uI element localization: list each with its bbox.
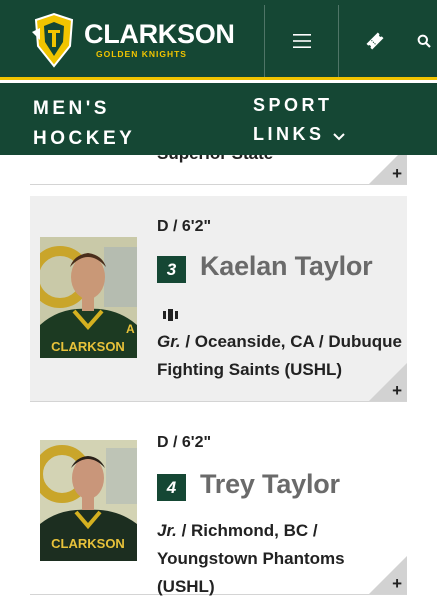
player-class: Gr. (157, 332, 181, 351)
sport-links-line2: LINKS (253, 124, 325, 144)
player-hometown-team: / Oceanside, CA / Dubuque Fighting Saint… (157, 332, 402, 379)
player-number: 3 (157, 256, 186, 283)
site-header: CLARKSON GOLDEN KNIGHTS (0, 0, 437, 80)
player-position: D / 6'2" (157, 218, 212, 235)
svg-text:A: A (126, 322, 135, 336)
expand-button[interactable]: + (369, 556, 407, 594)
player-hometown-team: / Richmond, BC / Youngstown Phantoms (US… (157, 521, 345, 596)
search-button[interactable] (410, 5, 437, 77)
sport-nav: MEN'S HOCKEY SPORT LINKS (0, 83, 437, 155)
player-name-link[interactable]: Trey Taylor (200, 469, 340, 500)
brand-subtitle: GOLDEN KNIGHTS (96, 49, 187, 59)
roster-card: CLARKSON D / 6'2" 4 Trey Taylor Jr. / Ri… (30, 414, 407, 596)
plus-icon: + (392, 381, 402, 400)
sport-title-line2: HOCKEY (33, 128, 136, 149)
hamburger-icon (292, 34, 311, 48)
sport-links-line1: SPORT (253, 95, 333, 115)
plus-icon: + (392, 164, 402, 183)
player-photo[interactable]: CLARKSON (40, 440, 137, 561)
player-photo-image: CLARKSON (40, 440, 137, 561)
brand[interactable]: CLARKSON GOLDEN KNIGHTS (84, 20, 235, 59)
player-photo-image: CLARKSON A (40, 237, 137, 358)
player-position: D / 6'2" (157, 434, 212, 451)
chevron-down-icon (332, 121, 345, 150)
jersey-text: CLARKSON (51, 339, 125, 354)
jersey-text: CLARKSON (51, 536, 125, 551)
sport-title[interactable]: MEN'S HOCKEY (33, 94, 135, 154)
plus-icon: + (392, 574, 402, 593)
sport-links-dropdown[interactable]: SPORT LINKS (253, 91, 345, 150)
player-number: 4 (157, 474, 186, 501)
player-details: Jr. / Richmond, BC / Youngstown Phantoms… (157, 517, 402, 599)
tickets-button[interactable] (338, 5, 410, 77)
roster-card: CLARKSON A D / 6'2" 3 Kaelan Taylor Gr. … (30, 196, 407, 402)
brand-name: CLARKSON (84, 19, 235, 49)
ticket-icon (366, 32, 383, 50)
player-details: Gr. / Oceanside, CA / Dubuque Fighting S… (157, 328, 402, 384)
player-class: Jr. (157, 521, 177, 540)
sport-title-line1: MEN'S (33, 98, 110, 119)
player-photo[interactable]: CLARKSON A (40, 237, 137, 358)
golden-knight-logo[interactable] (30, 12, 78, 68)
menu-button[interactable] (264, 5, 338, 77)
player-name-link[interactable]: Kaelan Taylor (200, 251, 373, 282)
page: CLARKSON GOLDEN KNIGHTS MEN'S HOCKEY SPO… (0, 0, 437, 599)
expand-button[interactable]: + (369, 363, 407, 401)
search-icon (417, 34, 431, 48)
social-media-icon[interactable] (163, 308, 178, 326)
